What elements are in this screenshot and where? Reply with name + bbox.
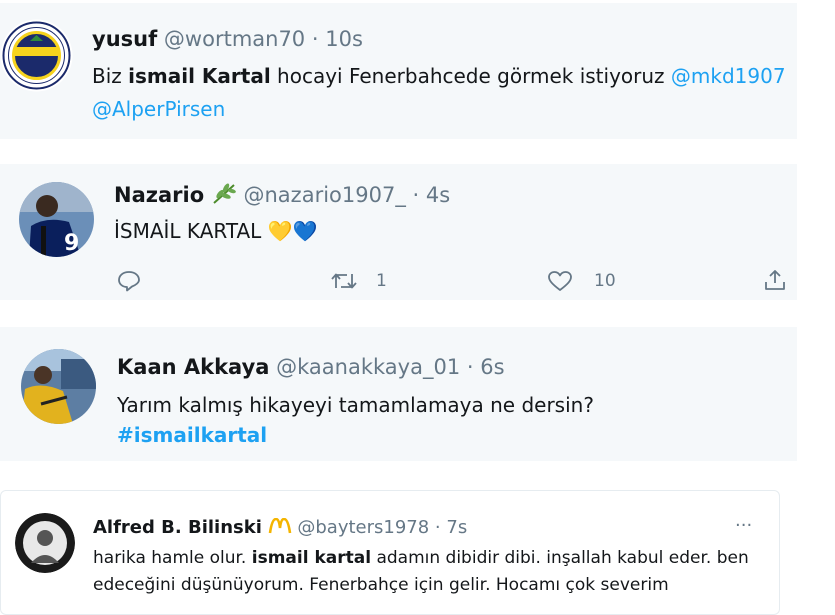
author-handle[interactable]: @kaanakkaya_01 (276, 355, 460, 379)
text-segment: Yarım kalmış hikayeyi tamamlamaya ne der… (117, 393, 594, 417)
tweet-header: yusuf @wortman70 · 10s (92, 27, 363, 51)
author-name[interactable]: yusuf (92, 27, 157, 51)
tweet-text-line2: @AlperPirsen (92, 97, 225, 121)
timestamp[interactable]: 6s (480, 355, 504, 379)
player-photo-icon (21, 349, 96, 424)
text-segment: İSMAİL KARTAL (114, 219, 262, 243)
avatar-nazario[interactable]: 9 (19, 182, 94, 257)
share-button[interactable] (763, 268, 787, 292)
avatar-alfred[interactable] (15, 513, 75, 573)
avatar-fenerbahce-logo[interactable] (0, 19, 73, 92)
like-button[interactable]: 10 (547, 270, 616, 292)
mention-link[interactable]: @AlperPirsen (92, 97, 225, 121)
timestamp[interactable]: 4s (426, 183, 450, 207)
separator-dot: · (434, 517, 441, 538)
tweet-text: Yarım kalmış hikayeyi tamamlamaya ne der… (117, 393, 594, 417)
reply-button[interactable] (117, 270, 141, 292)
olive-branch-icon (213, 183, 236, 204)
retweet-button[interactable]: 1 (330, 270, 387, 292)
text-bold-name: ismail kartal (251, 548, 372, 568)
text-bold-name: ismail Kartal (128, 64, 271, 88)
hashtag-link[interactable]: #ismailkartal (117, 423, 267, 447)
tweet-text: Biz ismail Kartal hocayi Fenerbahcede gö… (92, 64, 786, 88)
retweet-count: 1 (376, 271, 387, 291)
author-name[interactable]: Alfred B. Bilinski (93, 517, 262, 538)
author-handle[interactable]: @bayters1978 (297, 517, 429, 538)
tweet-header: Kaan Akkaya @kaanakkaya_01 · 6s (117, 355, 505, 379)
mention-link[interactable]: @mkd1907 (671, 64, 786, 88)
separator-dot: · (311, 27, 319, 51)
timestamp[interactable]: 10s (325, 27, 363, 51)
portrait-badge-icon (15, 513, 75, 573)
timestamp[interactable]: 7s (446, 517, 467, 538)
author-handle[interactable]: @nazario1907_ (244, 183, 406, 207)
text-segment: adamın dibidir dibi. inşallah kabul eder… (371, 548, 749, 568)
separator-dot: · (412, 183, 420, 207)
tweet-text: harika hamle olur. ismail kartal adamın … (93, 548, 749, 568)
separator-dot: · (466, 355, 474, 379)
tweet-text-line2: edeceğini düşünüyorum. Fenerbahçe için g… (93, 575, 669, 595)
svg-text:9: 9 (64, 231, 79, 256)
text-segment: Biz (92, 64, 129, 88)
tweet-header: Nazario @nazario1907_ · 4s (114, 183, 450, 207)
yellow-m-logo-icon (268, 517, 291, 534)
text-segment: edeceğini düşünüyorum. Fenerbahçe için g… (93, 575, 669, 595)
retweet-icon (331, 273, 357, 289)
player-photo-icon: 9 (19, 182, 94, 257)
avatar-kaan[interactable] (21, 349, 96, 424)
author-name[interactable]: Nazario (114, 183, 204, 207)
tweet-header: Alfred B. Bilinski @bayters1978 · 7s (93, 517, 467, 538)
tweet-text-line2: #ismailkartal (117, 423, 267, 447)
more-options-button[interactable]: ··· (735, 515, 752, 536)
author-handle[interactable]: @wortman70 (164, 27, 305, 51)
like-count: 10 (594, 271, 616, 291)
tweet-card-kaan[interactable]: Kaan Akkaya @kaanakkaya_01 · 6s Yarım ka… (0, 327, 797, 461)
tweet-card-nazario[interactable]: 9 Nazario @nazario1907_ · 4s İSMAİL KART… (0, 164, 797, 300)
tweet-text: İSMAİL KARTAL 💛💙 (114, 219, 317, 243)
heart-icon (548, 271, 572, 291)
text-segment: harika hamle olur. (93, 548, 252, 568)
text-segment: hocayi Fenerbahcede görmek istiyoruz (270, 64, 671, 88)
fenerbahce-crest-icon (0, 19, 73, 92)
reply-icon (118, 271, 140, 292)
share-icon (765, 270, 785, 290)
heart-emojis: 💛💙 (267, 219, 318, 243)
tweet-card-alfred[interactable]: Alfred B. Bilinski @bayters1978 · 7s ···… (0, 490, 780, 615)
tweet-card-yusuf[interactable]: yusuf @wortman70 · 10s Biz ismail Kartal… (0, 3, 797, 139)
author-name[interactable]: Kaan Akkaya (117, 355, 269, 379)
